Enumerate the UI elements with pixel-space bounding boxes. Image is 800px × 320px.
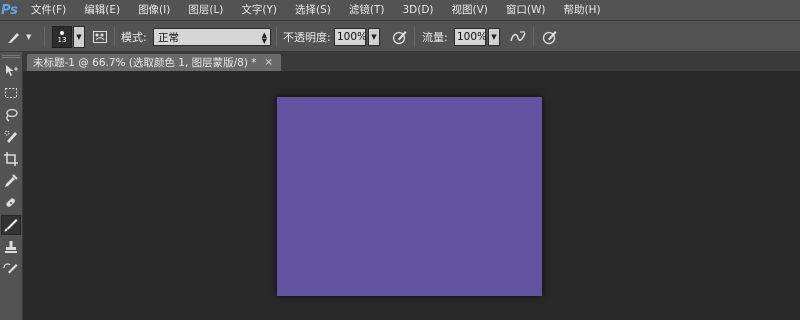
divider bbox=[114, 27, 115, 47]
opacity-value: 100% bbox=[337, 31, 368, 43]
healing-brush-tool-icon[interactable] bbox=[1, 193, 21, 213]
lasso-tool-icon[interactable] bbox=[1, 105, 21, 125]
mode-label: 模式: bbox=[121, 31, 147, 44]
flow-label: 流量: bbox=[422, 31, 448, 44]
menu-layer[interactable]: 图层(L) bbox=[179, 0, 232, 20]
document-tab-title: 未标题-1 @ 66.7% (选取颜色 1, 图层蒙版/8) * bbox=[33, 57, 257, 69]
workspace bbox=[23, 71, 800, 320]
menu-type[interactable]: 文字(Y) bbox=[232, 0, 286, 20]
divider bbox=[276, 27, 277, 47]
chevron-down-icon[interactable]: ▼ bbox=[73, 26, 85, 48]
menu-select[interactable]: 选择(S) bbox=[286, 0, 340, 20]
menu-filter[interactable]: 滤镜(T) bbox=[340, 0, 394, 20]
blend-mode-value: 正常 bbox=[158, 31, 179, 44]
brush-preset-icon bbox=[4, 27, 24, 47]
history-brush-tool-icon[interactable] bbox=[1, 259, 21, 279]
photoshop-logo: Ps bbox=[1, 2, 18, 18]
menu-file[interactable]: 文件(F) bbox=[22, 0, 75, 20]
pressure-size-button[interactable] bbox=[540, 21, 560, 53]
document-canvas[interactable] bbox=[277, 97, 542, 296]
opacity-slider-button[interactable]: ▼ bbox=[368, 28, 380, 46]
menu-bar: Ps 文件(F) 编辑(E) 图像(I) 图层(L) 文字(Y) 选择(S) 滤… bbox=[0, 0, 800, 20]
marquee-tool-icon[interactable] bbox=[1, 83, 21, 103]
divider bbox=[533, 27, 534, 47]
flow-input[interactable]: 100% bbox=[454, 28, 488, 46]
crop-tool-icon[interactable] bbox=[1, 149, 21, 169]
airbrush-button[interactable] bbox=[508, 21, 528, 53]
options-bar: ▼ 13 ▼ 模式: 正常 ▲ ▼ 不透明度: 100% ▼ 流量: 100% … bbox=[0, 20, 800, 52]
brush-panel-icon bbox=[90, 27, 110, 47]
blend-mode-dropdown[interactable]: 正常 ▲ ▼ bbox=[153, 28, 271, 46]
opacity-input[interactable]: 100% bbox=[334, 28, 368, 46]
divider bbox=[44, 27, 45, 47]
move-tool-icon[interactable] bbox=[1, 61, 21, 81]
brush-tip-preview: 13 bbox=[52, 26, 72, 48]
menu-view[interactable]: 视图(V) bbox=[443, 0, 497, 20]
flow-value: 100% bbox=[457, 31, 488, 43]
chevron-down-icon: ▼ bbox=[26, 33, 32, 41]
brush-tip-dot-icon bbox=[60, 30, 64, 35]
up-down-arrows-icon: ▲ ▼ bbox=[261, 31, 267, 45]
brush-size-picker[interactable]: 13 ▼ bbox=[52, 21, 85, 53]
pressure-pen-icon bbox=[390, 27, 410, 47]
airbrush-icon bbox=[508, 27, 528, 47]
tools-panel bbox=[0, 52, 23, 320]
brush-tool-icon[interactable] bbox=[1, 215, 21, 235]
eyedropper-tool-icon[interactable] bbox=[1, 171, 21, 191]
pressure-opacity-button[interactable] bbox=[390, 21, 410, 53]
menu-image[interactable]: 图像(I) bbox=[129, 0, 179, 20]
quick-selection-tool-icon[interactable] bbox=[1, 127, 21, 147]
menu-edit[interactable]: 编辑(E) bbox=[75, 0, 129, 20]
flow-slider-button[interactable]: ▼ bbox=[488, 28, 500, 46]
brush-panel-toggle[interactable] bbox=[90, 21, 110, 53]
brush-size-value: 13 bbox=[57, 35, 67, 44]
menu-3d[interactable]: 3D(D) bbox=[393, 0, 442, 20]
document-tab-strip: 未标题-1 @ 66.7% (选取颜色 1, 图层蒙版/8) * × bbox=[23, 52, 800, 71]
clone-stamp-tool-icon[interactable] bbox=[1, 237, 21, 257]
panel-grip-icon[interactable] bbox=[2, 55, 20, 58]
close-icon[interactable]: × bbox=[265, 57, 273, 68]
tool-preset-picker[interactable]: ▼ bbox=[4, 21, 31, 53]
pressure-pen-icon bbox=[540, 27, 560, 47]
menu-window[interactable]: 窗口(W) bbox=[497, 0, 555, 20]
document-tab[interactable]: 未标题-1 @ 66.7% (选取颜色 1, 图层蒙版/8) * × bbox=[27, 54, 281, 71]
menu-help[interactable]: 帮助(H) bbox=[555, 0, 610, 20]
opacity-label: 不透明度: bbox=[283, 31, 331, 44]
divider bbox=[414, 27, 415, 47]
